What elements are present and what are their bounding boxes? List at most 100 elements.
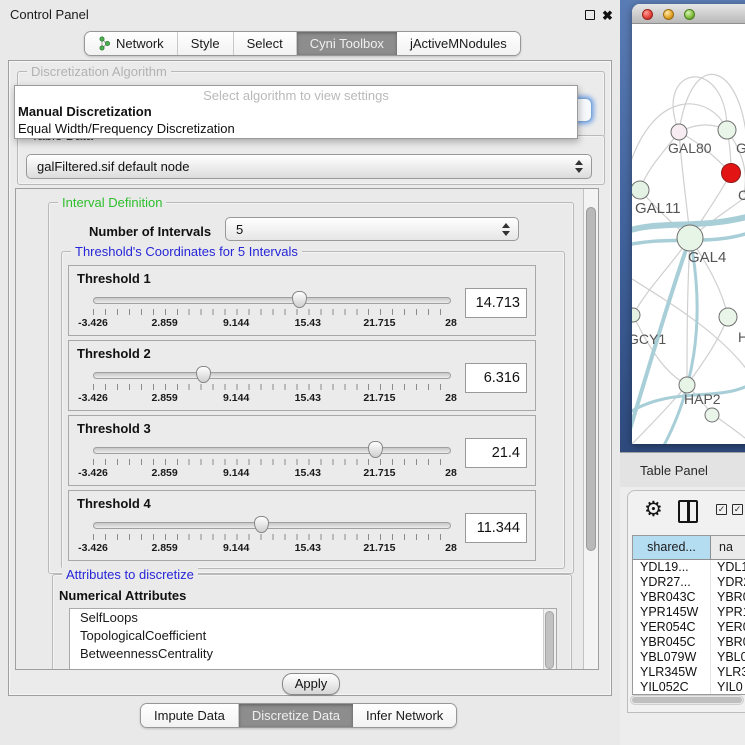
tick-label: 15.43: [295, 392, 321, 404]
tab-cyni-toolbox[interactable]: Cyni Toolbox: [297, 32, 397, 55]
apply-button[interactable]: Apply: [282, 673, 340, 695]
network-nodes[interactable]: [632, 121, 741, 422]
table-row[interactable]: YBR045CYBR0: [633, 635, 745, 650]
checkbox-icon[interactable]: ✓: [716, 504, 727, 515]
number-of-intervals-combobox[interactable]: 5: [225, 217, 519, 241]
threshold-4-slider[interactable]: -3.426 2.859 9.144 15.43 21.715 28: [93, 515, 451, 559]
close-icon[interactable]: ✖: [602, 8, 613, 24]
scrollbar-thumb[interactable]: [632, 697, 742, 703]
node-partial-top-right[interactable]: [718, 121, 736, 139]
combo-stepper-icon: [575, 159, 584, 174]
cell[interactable]: YBL079W: [633, 650, 711, 665]
gear-icon[interactable]: ⚙: [644, 497, 663, 522]
node-gal80[interactable]: [671, 124, 687, 140]
tick-label: -3.426: [78, 317, 108, 329]
checkbox-icon[interactable]: ✓: [732, 504, 743, 515]
table-row[interactable]: YBL079WYBL0: [633, 650, 745, 665]
threshold-3-label: Threshold 3: [77, 421, 151, 436]
slider-track[interactable]: [93, 447, 451, 454]
column-header-shared-name[interactable]: shared...: [633, 536, 711, 559]
panel-title: Control Panel: [10, 7, 89, 22]
dropdown-option-manual-discretization[interactable]: Manual Discretization: [15, 103, 577, 120]
tab-select[interactable]: Select: [234, 32, 297, 55]
threshold-2-slider[interactable]: -3.426 2.859 9.144 15.43 21.715 28: [93, 365, 451, 409]
table-row[interactable]: YIL052CYIL0: [633, 680, 745, 695]
cell[interactable]: YDR2: [711, 575, 745, 590]
tab-jactivemnodules[interactable]: jActiveMNodules: [397, 32, 520, 55]
table-data-combobox[interactable]: galFiltered.sif default node: [26, 154, 592, 179]
slider-track[interactable]: [93, 297, 451, 304]
list-item[interactable]: BetweennessCentrality: [70, 645, 556, 663]
cell[interactable]: YER054C: [633, 620, 711, 635]
node-unlabeled[interactable]: [705, 408, 719, 422]
node-partial-low-right[interactable]: [719, 308, 737, 326]
network-window-titlebar[interactable]: [632, 4, 745, 24]
cell[interactable]: YDL19...: [633, 560, 711, 575]
scrollbar-thumb[interactable]: [545, 611, 554, 669]
table-row[interactable]: YER054CYER0: [633, 620, 745, 635]
numerical-attributes-list: SelfLoops TopologicalCoefficient Between…: [69, 608, 557, 670]
cell[interactable]: YPR145W: [633, 605, 711, 620]
slider-thumb[interactable]: [368, 441, 383, 458]
threshold-3-slider[interactable]: -3.426 2.859 9.144 15.43 21.715 28: [93, 440, 451, 484]
threshold-4-value-field[interactable]: 11.344: [465, 513, 527, 543]
tab-impute-data[interactable]: Impute Data: [141, 704, 239, 727]
network-canvas[interactable]: GAL80 GA C GAL11 GAL4 GCY1 H HAP2: [632, 24, 745, 444]
tab-infer-network[interactable]: Infer Network: [353, 704, 456, 727]
cell[interactable]: YBR0: [711, 635, 745, 650]
table-row[interactable]: YBR043CYBR0: [633, 590, 745, 605]
cell[interactable]: YLR345W: [633, 665, 711, 680]
threshold-1-value-field[interactable]: 14.713: [465, 288, 527, 318]
cell[interactable]: YDR27...: [633, 575, 711, 590]
slider-track[interactable]: [93, 372, 451, 379]
cell[interactable]: YIL0: [711, 680, 745, 695]
cell[interactable]: YIL052C: [633, 680, 711, 695]
group-title-attributes: Attributes to discretize: [62, 567, 198, 582]
tick-label: 15.43: [295, 467, 321, 479]
table-row[interactable]: YDL19...YDL1: [633, 560, 745, 575]
number-of-intervals-label: Number of Intervals: [89, 224, 211, 239]
dropdown-option-equal-width-frequency[interactable]: Equal Width/Frequency Discretization: [15, 120, 577, 137]
cell[interactable]: YDL1: [711, 560, 745, 575]
table-row[interactable]: YPR145WYPR1: [633, 605, 745, 620]
table-horizontal-scrollbar[interactable]: [630, 695, 744, 705]
node-selected-red[interactable]: [722, 164, 741, 183]
tab-discretize-data[interactable]: Discretize Data: [239, 704, 353, 727]
slider-thumb[interactable]: [254, 516, 269, 533]
tab-style[interactable]: Style: [178, 32, 234, 55]
cell[interactable]: YBR043C: [633, 590, 711, 605]
table-row[interactable]: YDR27...YDR2: [633, 575, 745, 590]
node-gcy1[interactable]: [632, 308, 640, 322]
tab-network[interactable]: Network: [85, 32, 178, 55]
slider-thumb[interactable]: [196, 366, 211, 383]
threshold-2-value-field[interactable]: 6.316: [465, 363, 527, 393]
cell[interactable]: YPR1: [711, 605, 745, 620]
slider-thumb[interactable]: [292, 291, 307, 308]
minimize-traffic-light[interactable]: [663, 9, 674, 20]
cell[interactable]: YLR3: [711, 665, 745, 680]
threshold-1-slider[interactable]: -3.426 2.859 9.144 15.43 21.715 28: [93, 290, 451, 334]
cell[interactable]: YBL0: [711, 650, 745, 665]
column-header-name[interactable]: na: [711, 536, 745, 559]
list-item[interactable]: TopologicalCoefficient: [70, 627, 556, 645]
scrollbar-thumb[interactable]: [586, 207, 596, 551]
app-root: Control Panel ✖ Network Style Select Cyn…: [0, 0, 745, 745]
node-gal11[interactable]: [632, 181, 649, 199]
tick-label: -3.426: [78, 392, 108, 404]
slider-track[interactable]: [93, 522, 451, 529]
cell[interactable]: YBR045C: [633, 635, 711, 650]
float-window-icon[interactable]: [585, 10, 595, 20]
list-item[interactable]: SelfLoops: [70, 609, 556, 627]
cell[interactable]: YBR0: [711, 590, 745, 605]
list-scrollbar[interactable]: [543, 609, 556, 670]
node-label-gal4: GAL4: [688, 249, 726, 266]
table-row[interactable]: YLR345WYLR3: [633, 665, 745, 680]
close-traffic-light[interactable]: [642, 9, 653, 20]
cell[interactable]: YER0: [711, 620, 745, 635]
tick-label: 21.715: [363, 542, 395, 554]
settings-scrollbar[interactable]: [583, 189, 598, 669]
threshold-3-value-field[interactable]: 21.4: [465, 438, 527, 468]
split-columns-icon[interactable]: [678, 500, 698, 523]
node-gal4[interactable]: [677, 225, 703, 251]
zoom-traffic-light[interactable]: [684, 9, 695, 20]
